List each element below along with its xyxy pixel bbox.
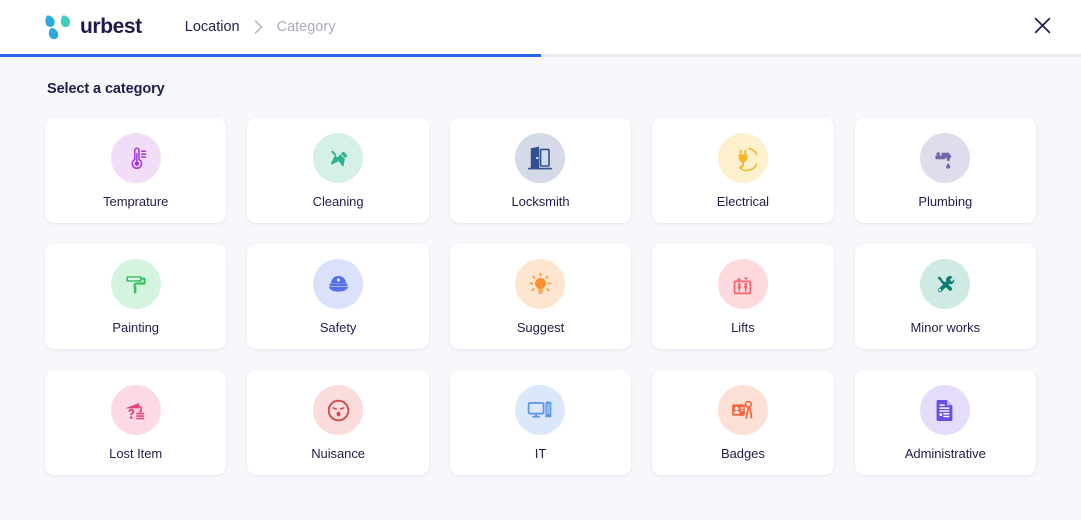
close-icon (1034, 17, 1051, 37)
hammer-wrench-icon (920, 259, 971, 309)
category-card-label: Lost Item (109, 446, 163, 461)
id-badge-keys-icon (717, 385, 768, 435)
document-icon (920, 385, 971, 435)
category-card-label: Administrative (904, 446, 986, 461)
category-card-lifts[interactable]: Lifts (652, 244, 834, 349)
category-card-label: Minor works (910, 320, 981, 335)
brand-name: urbest (80, 15, 142, 38)
category-card-lost-item[interactable]: Lost Item (45, 370, 227, 475)
breadcrumb-item-location[interactable]: Location (185, 19, 240, 35)
category-card-administrative[interactable]: Administrative (854, 370, 1036, 475)
app-header: urbest Location Category (0, 0, 1081, 54)
plug-icon (717, 133, 768, 183)
category-card-it[interactable]: IT (449, 370, 632, 475)
category-selection-modal: urbest Location Category Select a catego… (0, 0, 1081, 520)
category-card-label: Locksmith (511, 194, 570, 209)
category-card-label: Badges (720, 446, 765, 461)
category-card-label: Temprature (103, 194, 169, 209)
urbest-logo-icon (44, 14, 71, 40)
category-card-nuisance[interactable]: Nuisance (247, 370, 429, 475)
category-card-electrical[interactable]: Electrical (652, 118, 834, 223)
category-card-badges[interactable]: Badges (652, 370, 834, 475)
umbrella-question-icon (110, 385, 161, 435)
breadcrumb: Location Category (185, 19, 336, 35)
category-card-label: Lifts (731, 320, 755, 335)
category-card-label: Cleaning (312, 194, 364, 209)
elevator-icon (717, 259, 768, 309)
category-card-locksmith[interactable]: Locksmith (449, 118, 632, 223)
category-card-painting[interactable]: Painting (45, 244, 227, 349)
category-card-suggest[interactable]: Suggest (449, 244, 632, 349)
category-card-plumbing[interactable]: Plumbing (854, 118, 1036, 223)
category-panel: Select a category Temprature Cleaning Lo… (0, 57, 1081, 520)
faucet-icon (920, 133, 971, 183)
category-card-cleaning[interactable]: Cleaning (247, 118, 429, 223)
category-card-safety[interactable]: Safety (247, 244, 429, 349)
close-button[interactable] (1027, 12, 1057, 42)
category-card-temprature[interactable]: Temprature (45, 118, 227, 223)
category-card-label: Painting (112, 320, 159, 335)
chevron-right-icon (254, 20, 263, 34)
category-card-label: Safety (319, 320, 357, 335)
angry-face-icon (313, 385, 364, 435)
broom-icon (313, 133, 364, 183)
monitor-phone-icon (515, 385, 566, 435)
category-card-label: IT (534, 446, 547, 461)
lightbulb-icon (515, 259, 566, 309)
page-title: Select a category (47, 81, 165, 97)
police-cap-icon (313, 259, 364, 309)
step-progress-fill (0, 54, 541, 57)
category-card-label: Nuisance (311, 446, 365, 461)
paint-roller-icon (110, 259, 161, 309)
step-progress-bar (0, 54, 1081, 57)
category-card-label: Suggest (516, 320, 565, 335)
breadcrumb-item-category[interactable]: Category (277, 19, 336, 35)
category-grid: Temprature Cleaning Locksmith Electrical… (45, 118, 1036, 475)
thermometer-icon (110, 133, 161, 183)
category-card-label: Plumbing (918, 194, 973, 209)
brand-logo[interactable]: urbest (44, 14, 142, 40)
category-card-minor-works[interactable]: Minor works (854, 244, 1036, 349)
door-icon (515, 133, 566, 183)
category-card-label: Electrical (716, 194, 770, 209)
